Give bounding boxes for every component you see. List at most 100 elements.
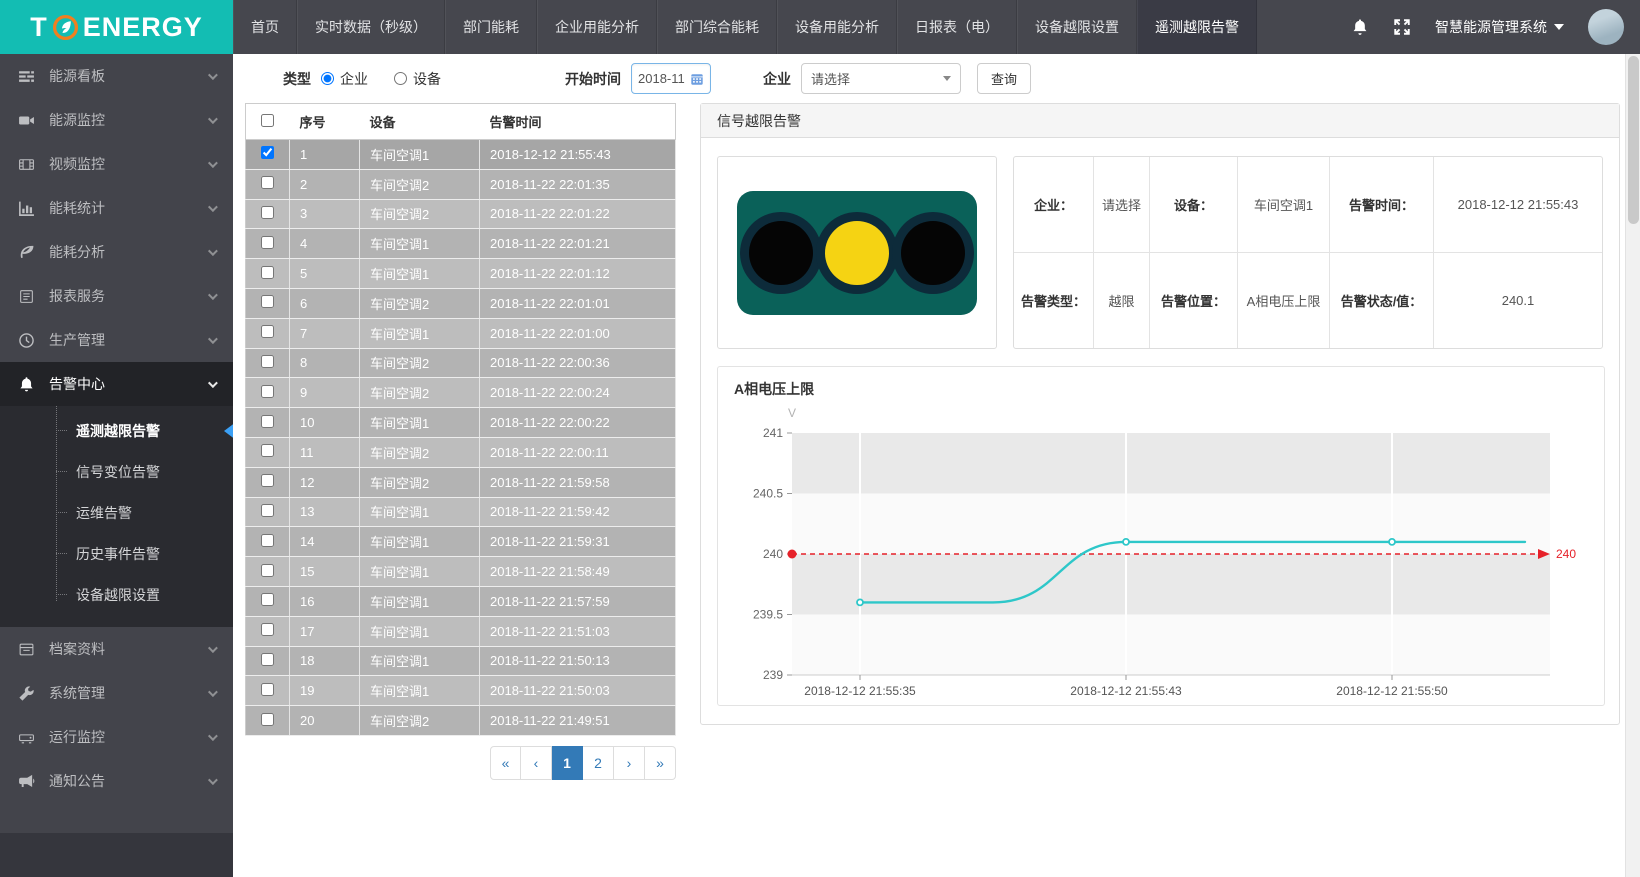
row-checkbox[interactable]	[261, 295, 274, 308]
topnav-item-2[interactable]: 部门能耗	[445, 0, 537, 54]
alarm-table-row[interactable]: 7车间空调12018-11-22 22:01:00	[246, 318, 676, 348]
row-checkbox[interactable]	[261, 653, 274, 666]
alarm-table-row[interactable]: 15车间空调12018-11-22 21:58:49	[246, 557, 676, 587]
alarm-table-row[interactable]: 18车间空调12018-11-22 21:50:13	[246, 646, 676, 676]
start-time-input[interactable]: 2018-11	[631, 63, 711, 94]
panel-body: 企业：请选择设备：车间空调1告警时间：2018-12-12 21:55:43告警…	[701, 138, 1619, 724]
sidebar-item-1[interactable]: 能源监控	[0, 98, 233, 142]
calendar-icon[interactable]	[690, 72, 704, 86]
row-checkbox[interactable]	[261, 564, 274, 577]
page-button-‹[interactable]: ‹	[521, 746, 552, 780]
sidebar-item-0[interactable]: 能源看板	[0, 54, 233, 98]
row-checkbox[interactable]	[261, 415, 274, 428]
query-button[interactable]: 查询	[977, 63, 1031, 94]
alarm-table-row[interactable]: 3车间空调22018-11-22 22:01:22	[246, 199, 676, 229]
sidebar-item-9[interactable]: 系统管理	[0, 671, 233, 715]
type-radio-label: 企业	[340, 69, 368, 89]
alarm-table-row[interactable]: 17车间空调12018-11-22 21:51:03	[246, 616, 676, 646]
row-checkbox[interactable]	[261, 146, 274, 159]
type-radio-1[interactable]: 设备	[394, 69, 441, 89]
fullscreen-icon[interactable]	[1393, 18, 1411, 36]
row-checkbox[interactable]	[261, 206, 274, 219]
alarm-table-row[interactable]: 9车间空调22018-11-22 22:00:24	[246, 378, 676, 408]
sidebar-subitem-2[interactable]: 运维告警	[0, 492, 233, 533]
alarm-table-row[interactable]: 2车间空调22018-11-22 22:01:35	[246, 169, 676, 199]
row-checkbox[interactable]	[261, 474, 274, 487]
row-checkbox[interactable]	[261, 385, 274, 398]
alarm-table-header-row: 序号 设备 告警时间	[246, 104, 676, 140]
leaf-icon	[18, 244, 35, 261]
alarm-table-row[interactable]: 20车间空调22018-11-22 21:49:51	[246, 706, 676, 736]
sidebar-subitem-3[interactable]: 历史事件告警	[0, 533, 233, 574]
sidebar-item-11[interactable]: 通知公告	[0, 759, 233, 803]
row-checkbox[interactable]	[261, 355, 274, 368]
alarm-table-row[interactable]: 16车间空调12018-11-22 21:57:59	[246, 586, 676, 616]
select-caret-icon	[943, 76, 951, 81]
page-button-»[interactable]: »	[645, 746, 676, 780]
topnav-item-6[interactable]: 日报表（电）	[897, 0, 1017, 54]
topnav-item-3[interactable]: 企业用能分析	[537, 0, 657, 54]
info-value-3: 越限	[1094, 253, 1150, 349]
alarm-table-row[interactable]: 5车间空调12018-11-22 22:01:12	[246, 259, 676, 289]
cell-no: 13	[290, 497, 360, 527]
alarm-table-row[interactable]: 4车间空调12018-11-22 22:01:21	[246, 229, 676, 259]
alarm-table-row[interactable]: 19车间空调12018-11-22 21:50:03	[246, 676, 676, 706]
notification-bell-icon[interactable]	[1351, 18, 1369, 36]
sidebar-item-7[interactable]: 告警中心	[0, 362, 233, 406]
alarm-table-row[interactable]: 13车间空调12018-11-22 21:59:42	[246, 497, 676, 527]
cell-time: 2018-11-22 21:50:13	[480, 646, 676, 676]
user-avatar[interactable]	[1588, 9, 1624, 45]
enterprise-select[interactable]: 请选择	[801, 63, 961, 94]
row-checkbox[interactable]	[261, 713, 274, 726]
system-title-dropdown[interactable]: 智慧能源管理系统	[1435, 17, 1564, 37]
topnav-item-0[interactable]: 首页	[233, 0, 297, 54]
row-checkbox[interactable]	[261, 534, 274, 547]
sidebar-item-5[interactable]: 报表服务	[0, 274, 233, 318]
sidebar-subitem-1[interactable]: 信号变位告警	[0, 451, 233, 492]
topnav-item-1[interactable]: 实时数据（秒级）	[297, 0, 445, 54]
row-checkbox[interactable]	[261, 593, 274, 606]
alarm-table-row[interactable]: 1车间空调12018-12-12 21:55:43	[246, 140, 676, 170]
topnav-item-7[interactable]: 设备越限设置	[1017, 0, 1137, 54]
topnav-item-8[interactable]: 遥测越限告警	[1137, 0, 1257, 54]
type-radio-input-0[interactable]	[321, 72, 334, 85]
page-button-›[interactable]: ›	[614, 746, 645, 780]
cell-time: 2018-11-22 21:58:49	[480, 557, 676, 587]
sidebar-item-4[interactable]: 能耗分析	[0, 230, 233, 274]
row-checkbox[interactable]	[261, 504, 274, 517]
type-radio-input-1[interactable]	[394, 72, 407, 85]
page-button-2[interactable]: 2	[583, 746, 614, 780]
voltage-chart: 239239.5240240.52412018-12-12 21:55:3520…	[718, 367, 1604, 705]
sidebar-subitem-4[interactable]: 设备越限设置	[0, 574, 233, 615]
row-checkbox[interactable]	[261, 176, 274, 189]
topnav-item-4[interactable]: 部门综合能耗	[657, 0, 777, 54]
alarm-table-row[interactable]: 8车间空调22018-11-22 22:00:36	[246, 348, 676, 378]
cell-time: 2018-11-22 22:01:01	[480, 288, 676, 318]
alarm-table-row[interactable]: 11车间空调22018-11-22 22:00:11	[246, 437, 676, 467]
row-checkbox[interactable]	[261, 444, 274, 457]
cell-no: 8	[290, 348, 360, 378]
row-checkbox[interactable]	[261, 266, 274, 279]
page-button-«[interactable]: «	[490, 746, 521, 780]
type-radio-0[interactable]: 企业	[321, 69, 368, 89]
alarm-table-row[interactable]: 14车间空调12018-11-22 21:59:31	[246, 527, 676, 557]
sidebar-item-6[interactable]: 生产管理	[0, 318, 233, 362]
alarm-table-row[interactable]: 6车间空调22018-11-22 22:01:01	[246, 288, 676, 318]
row-checkbox[interactable]	[261, 623, 274, 636]
alarm-table-row[interactable]: 10车间空调12018-11-22 22:00:22	[246, 408, 676, 438]
alarm-table-row[interactable]: 12车间空调22018-11-22 21:59:58	[246, 467, 676, 497]
page-button-1[interactable]: 1	[552, 746, 583, 780]
cell-no: 3	[290, 199, 360, 229]
sidebar-item-10[interactable]: 运行监控	[0, 715, 233, 759]
row-checkbox[interactable]	[261, 236, 274, 249]
sidebar-item-8[interactable]: 档案资料	[0, 627, 233, 671]
row-checkbox[interactable]	[261, 683, 274, 696]
row-checkbox[interactable]	[261, 325, 274, 338]
sidebar-item-2[interactable]: 视频监控	[0, 142, 233, 186]
select-all-checkbox[interactable]	[261, 114, 274, 127]
scrollbar-thumb[interactable]	[1628, 56, 1639, 224]
sidebar-subitem-0[interactable]: 遥测越限告警	[0, 410, 233, 451]
sidebar-item-3[interactable]: 能耗统计	[0, 186, 233, 230]
chevron-down-icon	[208, 643, 218, 653]
topnav-item-5[interactable]: 设备用能分析	[777, 0, 897, 54]
